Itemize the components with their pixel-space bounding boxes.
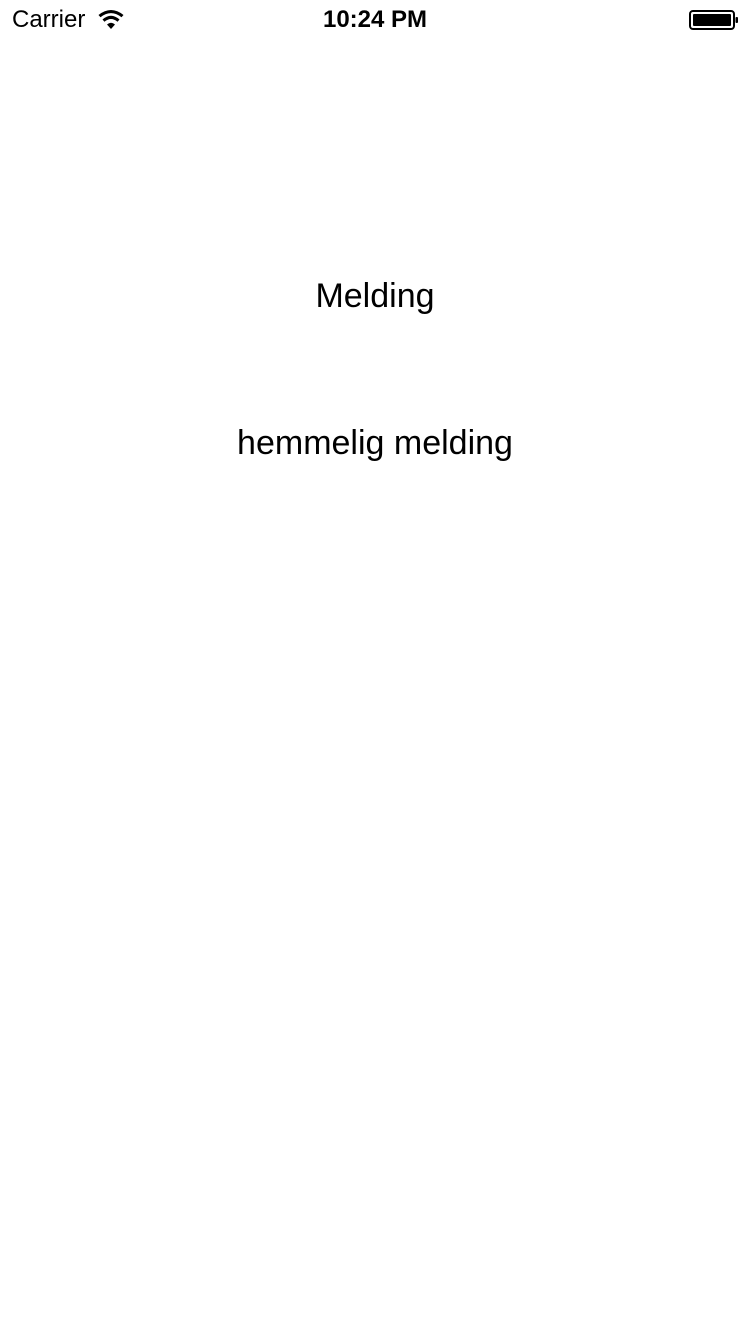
battery-icon	[689, 9, 739, 31]
message-text: hemmelig melding	[237, 424, 513, 462]
status-time: 10:24 PM	[322, 6, 428, 33]
page-title: Melding	[315, 277, 435, 315]
status-bar: Carrier 10:24 PM	[0, 0, 750, 40]
